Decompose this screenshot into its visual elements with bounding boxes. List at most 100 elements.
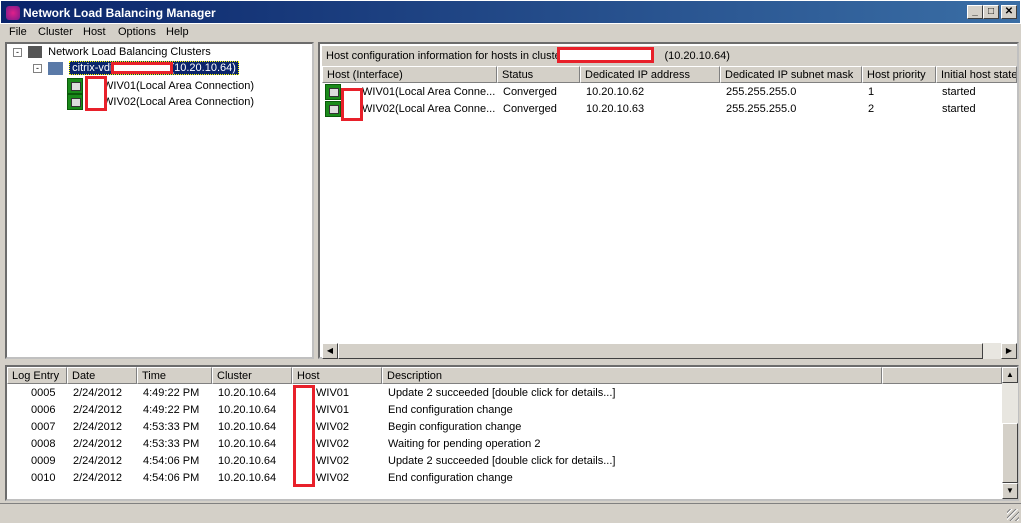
log-cell: 10.20.10.64: [218, 387, 277, 399]
column-header[interactable]: Log Entry: [7, 367, 67, 384]
scroll-right-button[interactable]: ▶: [1001, 343, 1017, 359]
redaction: [111, 62, 173, 74]
scroll-down-button[interactable]: ▼: [1002, 483, 1018, 499]
redaction: [293, 385, 315, 487]
table-cell: started: [942, 103, 976, 115]
log-cell: End configuration change: [388, 404, 513, 416]
column-header[interactable]: [882, 367, 1002, 384]
menu-file[interactable]: File: [9, 26, 27, 38]
log-cell: 2/24/2012: [73, 421, 122, 433]
log-cell: 4:53:33 PM: [143, 438, 200, 450]
log-cell: WIV02: [316, 472, 350, 484]
window-title: Network Load Balancing Manager: [23, 6, 216, 20]
column-header[interactable]: Status: [497, 66, 580, 83]
host-icon: [325, 101, 341, 117]
close-button[interactable]: ✕: [1001, 5, 1017, 19]
log-row[interactable]: 0006 2/24/2012 4:49:22 PM 10.20.10.64 WIV01 E…: [7, 402, 1002, 419]
app-icon: [6, 6, 20, 20]
host-label: WIV02(Local Area Connection): [103, 95, 255, 108]
log-row[interactable]: 0008 2/24/2012 4:53:33 PM 10.20.10.64 WIV02 W…: [7, 436, 1002, 453]
log-cell: Update 2 succeeded [double click for det…: [388, 387, 616, 399]
menu-help[interactable]: Help: [166, 26, 189, 38]
log-row[interactable]: 0005 2/24/2012 4:49:22 PM 10.20.10.64 WIV01 U…: [7, 385, 1002, 402]
column-header[interactable]: Host: [292, 367, 382, 384]
column-header[interactable]: Time: [137, 367, 212, 384]
collapse-icon[interactable]: -: [13, 48, 22, 57]
table-cell: 255.255.255.0: [726, 103, 797, 115]
cluster-tree: - Network Load Balancing Clusters - citr…: [5, 42, 314, 359]
maximize-button[interactable]: □: [983, 5, 999, 19]
log-cell: Waiting for pending operation 2: [388, 438, 541, 450]
log-cell: 2/24/2012: [73, 404, 122, 416]
log-cell: 4:53:33 PM: [143, 421, 200, 433]
table-cell: 1: [868, 86, 875, 98]
log-cell: 10.20.10.64: [218, 472, 277, 484]
column-header[interactable]: Host priority: [862, 66, 936, 83]
log-cell: 0007: [31, 421, 56, 433]
log-cell: 0009: [31, 455, 56, 467]
column-header[interactable]: Dedicated IP address: [580, 66, 720, 83]
resize-grip-icon[interactable]: [1007, 509, 1019, 521]
status-bar: [0, 503, 1021, 523]
table-cell: 2: [868, 103, 875, 115]
log-cell: Begin configuration change: [388, 421, 522, 433]
caption-ip: (10.20.10.64): [664, 50, 730, 62]
cluster-name: citrix-vdi: [72, 62, 113, 75]
table-cell: Converged: [503, 86, 557, 98]
table-row[interactable]: WIV02(Local Area Conne... Converged 10.20.…: [322, 101, 1017, 118]
minimize-button[interactable]: _: [967, 5, 983, 19]
redaction: [85, 76, 107, 111]
column-header[interactable]: Date: [67, 367, 137, 384]
table-cell: 255.255.255.0: [726, 86, 797, 98]
caption-text: Host configuration information for hosts…: [326, 50, 565, 62]
log-cell: End configuration change: [388, 472, 513, 484]
log-cell: 2/24/2012: [73, 387, 122, 399]
hosts-panel: Host configuration information for hosts…: [318, 42, 1019, 359]
log-cell: 10.20.10.64: [218, 438, 277, 450]
table-cell: 10.20.10.62: [586, 86, 645, 98]
log-cell: WIV01: [316, 404, 350, 416]
log-row[interactable]: 0009 2/24/2012 4:54:06 PM 10.20.10.64 WIV02 U…: [7, 453, 1002, 470]
horizontal-scrollbar[interactable]: ◀ ▶: [322, 343, 1017, 359]
log-cell: Update 2 succeeded [double click for det…: [388, 455, 616, 467]
scroll-left-button[interactable]: ◀: [322, 343, 338, 359]
column-header[interactable]: Description: [382, 367, 882, 384]
hosts-caption: Host configuration information for hosts…: [322, 46, 1017, 66]
log-cell: 10.20.10.64: [218, 421, 277, 433]
log-cell: 0006: [31, 404, 56, 416]
redaction: [341, 88, 363, 121]
table-cell: Converged: [503, 103, 557, 115]
column-header[interactable]: Dedicated IP subnet mask: [720, 66, 862, 83]
scroll-up-button[interactable]: ▲: [1002, 367, 1018, 383]
scroll-thumb[interactable]: [1002, 423, 1018, 483]
log-row[interactable]: 0007 2/24/2012 4:53:33 PM 10.20.10.64 WIV02 B…: [7, 419, 1002, 436]
log-cell: 4:54:06 PM: [143, 472, 200, 484]
menu-host[interactable]: Host: [83, 26, 106, 38]
log-cell: 0010: [31, 472, 56, 484]
log-cell: WIV02: [316, 438, 350, 450]
table-cell: WIV01(Local Area Conne...: [362, 86, 495, 98]
column-header[interactable]: Cluster: [212, 367, 292, 384]
vertical-scrollbar[interactable]: ▲ ▼: [1002, 367, 1018, 499]
collapse-icon[interactable]: -: [33, 64, 42, 74]
column-header[interactable]: Host (Interface): [322, 66, 497, 83]
log-cell: 4:49:22 PM: [143, 387, 200, 399]
column-header[interactable]: Initial host state: [936, 66, 1017, 83]
menu-options[interactable]: Options: [118, 26, 156, 38]
table-row[interactable]: WIV01(Local Area Conne... Converged 10.20.…: [322, 84, 1017, 101]
log-row[interactable]: 0010 2/24/2012 4:54:06 PM 10.20.10.64 WIV02 E…: [7, 470, 1002, 487]
host-icon: [325, 84, 341, 100]
tree-root[interactable]: - Network Load Balancing Clusters: [13, 46, 211, 59]
menu-cluster[interactable]: Cluster: [38, 26, 73, 38]
cluster-ip: (10.20.10.64): [170, 62, 236, 75]
log-cell: 2/24/2012: [73, 455, 122, 467]
scroll-thumb[interactable]: [338, 343, 983, 359]
log-cell: 10.20.10.64: [218, 455, 277, 467]
cluster-icon: [48, 62, 64, 75]
redaction: [557, 47, 654, 63]
host-icon: [67, 78, 83, 94]
log-cell: WIV02: [316, 455, 350, 467]
log-cell: 0008: [31, 438, 56, 450]
menu-bar: File Cluster Host Options Help: [0, 24, 1021, 42]
log-cell: WIV02: [316, 421, 350, 433]
